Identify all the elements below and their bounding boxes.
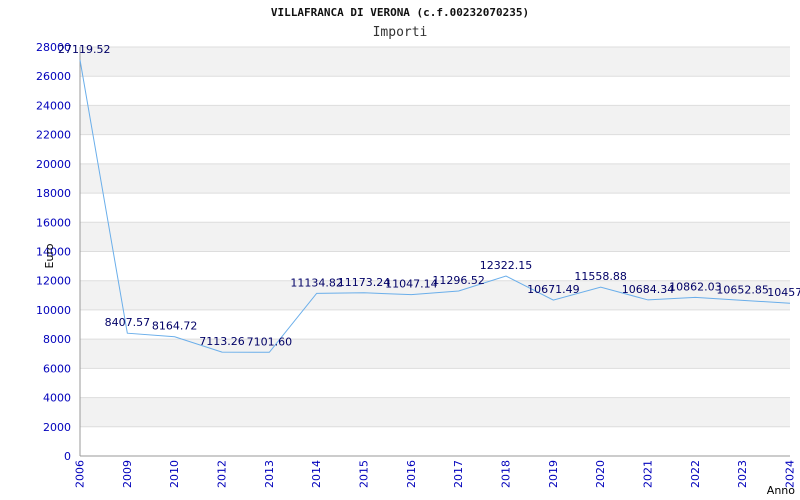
- y-tick-label: 18000: [36, 187, 71, 200]
- x-tick-label: 2022: [689, 460, 702, 488]
- grid-band: [80, 397, 790, 427]
- data-label: 27119.52: [58, 43, 111, 56]
- x-tick-label: 2009: [121, 460, 134, 488]
- data-label: 11047.14: [385, 278, 438, 291]
- data-label: 11134.82: [290, 276, 343, 289]
- y-tick-label: 12000: [36, 275, 71, 288]
- x-tick-label: 2013: [263, 460, 276, 488]
- y-tick-label: 20000: [36, 158, 71, 171]
- grid-band: [80, 339, 790, 369]
- x-axis-label: Anno: [767, 484, 795, 497]
- data-label: 10671.49: [527, 283, 580, 296]
- grid-band: [80, 163, 790, 194]
- y-tick-label: 0: [64, 450, 71, 463]
- x-tick-label: 2019: [547, 460, 560, 488]
- grid-band: [80, 222, 790, 252]
- data-label: 10652.85: [716, 283, 769, 296]
- data-label: 8407.57: [105, 316, 151, 329]
- grid-band: [80, 134, 790, 164]
- grid-band: [80, 426, 790, 456]
- data-label: 10862.03: [669, 280, 722, 293]
- grid-band: [80, 47, 790, 77]
- data-label: 7113.26: [199, 335, 245, 348]
- data-label: 11558.88: [574, 270, 627, 283]
- x-tick-label: 2015: [358, 460, 371, 488]
- data-label: 10457.5: [767, 286, 800, 299]
- data-label: 7101.60: [247, 335, 293, 348]
- x-tick-label: 2012: [216, 460, 229, 488]
- grid-band: [80, 105, 790, 135]
- x-tick-labels: 2006 2009 2010 2012 2013 2014 2015 2016 2017 2018…: [74, 460, 797, 488]
- data-label: 8164.72: [152, 320, 198, 333]
- grid-band: [80, 76, 790, 106]
- x-tick-label: 2010: [168, 460, 181, 488]
- data-label: 11296.52: [432, 274, 485, 287]
- x-tick-label: 2018: [500, 460, 513, 488]
- y-tick-label: 24000: [36, 99, 71, 112]
- x-tick-label: 2016: [405, 460, 418, 488]
- x-tick-label: 2017: [452, 460, 465, 488]
- line-chart: 0200040006000800010000120001400016000180…: [36, 41, 800, 497]
- x-tick-label: 2021: [642, 460, 655, 488]
- y-tick-label: 4000: [43, 392, 71, 405]
- y-tick-label: 16000: [36, 216, 71, 229]
- x-tick-label: 2014: [310, 460, 323, 488]
- y-tick-label: 26000: [36, 70, 71, 83]
- data-label: 10684.34: [622, 283, 675, 296]
- y-tick-label: 8000: [43, 333, 71, 346]
- x-tick-label: 2023: [736, 460, 749, 488]
- y-tick-label: 22000: [36, 129, 71, 142]
- x-tick-label: 2006: [74, 460, 87, 488]
- data-label: 12322.15: [480, 259, 533, 272]
- x-tick-label: 2020: [594, 460, 607, 488]
- y-tick-label: 6000: [43, 362, 71, 375]
- data-label: 11173.24: [338, 276, 391, 289]
- y-tick-label: 2000: [43, 421, 71, 434]
- y-tick-label: 10000: [36, 304, 71, 317]
- grid-band: [80, 368, 790, 398]
- grid-band: [80, 193, 790, 223]
- y-axis-label: Euro: [43, 243, 56, 268]
